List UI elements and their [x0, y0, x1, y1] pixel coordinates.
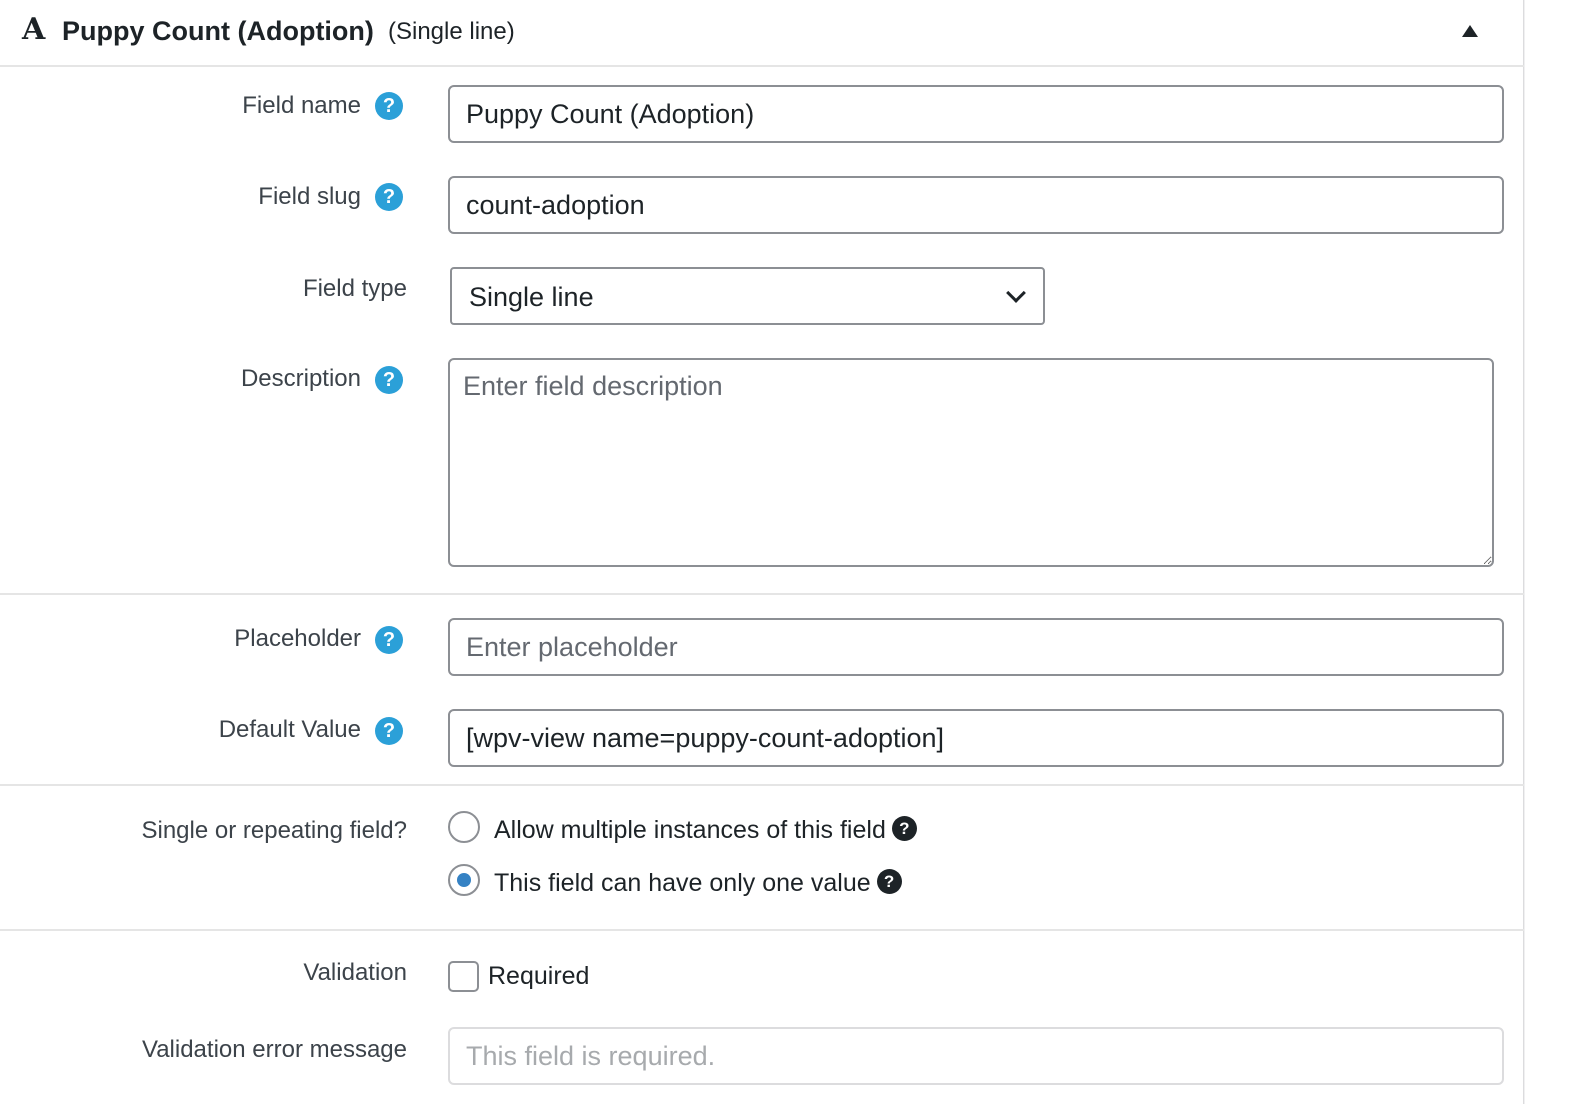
- field-slug-input[interactable]: [448, 176, 1504, 234]
- allow-multiple-label: Allow multiple instances of this field: [494, 816, 886, 844]
- text-field-type-icon: A: [22, 12, 46, 47]
- section-divider: [0, 929, 1524, 931]
- field-type-label: (Single line): [388, 18, 515, 45]
- description-label: Description: [240, 365, 361, 392]
- description-textarea[interactable]: [448, 358, 1494, 567]
- validation-error-label: Validation error message: [141, 1036, 407, 1063]
- field-slug-help-icon[interactable]: ?: [375, 183, 403, 211]
- section-divider: [0, 593, 1524, 595]
- single-value-radio[interactable]: [448, 864, 480, 896]
- placeholder-input[interactable]: [448, 618, 1504, 676]
- allow-multiple-option: Allow multiple instances of this field?: [494, 815, 917, 845]
- scroll-gutter: [1525, 0, 1582, 1104]
- validation-error-input[interactable]: [448, 1027, 1504, 1085]
- single-value-option: This field can have only one value?: [494, 868, 902, 898]
- field-title: Puppy Count (Adoption): [62, 16, 374, 46]
- validation-label: Validation: [303, 959, 407, 986]
- repeating-label: Single or repeating field?: [141, 817, 407, 844]
- collapse-caret-icon[interactable]: [1462, 25, 1478, 37]
- single-value-help-icon[interactable]: ?: [876, 868, 902, 894]
- placeholder-help-icon[interactable]: ?: [375, 626, 403, 654]
- allow-multiple-radio[interactable]: [448, 811, 480, 843]
- field-name-help-icon[interactable]: ?: [375, 92, 403, 120]
- single-value-label: This field can have only one value: [494, 869, 871, 897]
- default-value-label: Default Value: [218, 716, 361, 743]
- field-type-label: Field type: [302, 275, 407, 302]
- section-divider: [0, 784, 1524, 786]
- allow-multiple-help-icon[interactable]: ?: [891, 815, 917, 841]
- field-slug-label: Field slug: [258, 183, 361, 210]
- field-name-label: Field name: [242, 92, 361, 119]
- placeholder-label: Placeholder: [234, 625, 361, 652]
- default-value-input[interactable]: [448, 709, 1504, 767]
- field-name-input[interactable]: [448, 85, 1504, 143]
- field-type-select[interactable]: Single line: [450, 267, 1045, 325]
- field-settings-panel: A Puppy Count (Adoption) (Single line) F…: [0, 0, 1524, 1104]
- chevron-down-icon: [1006, 283, 1026, 303]
- description-help-icon[interactable]: ?: [375, 366, 403, 394]
- required-label[interactable]: Required: [488, 961, 589, 991]
- field-header[interactable]: A Puppy Count (Adoption) (Single line): [0, 0, 1524, 67]
- default-value-help-icon[interactable]: ?: [375, 717, 403, 745]
- required-checkbox[interactable]: [448, 961, 479, 992]
- field-type-selected-value: Single line: [469, 282, 594, 312]
